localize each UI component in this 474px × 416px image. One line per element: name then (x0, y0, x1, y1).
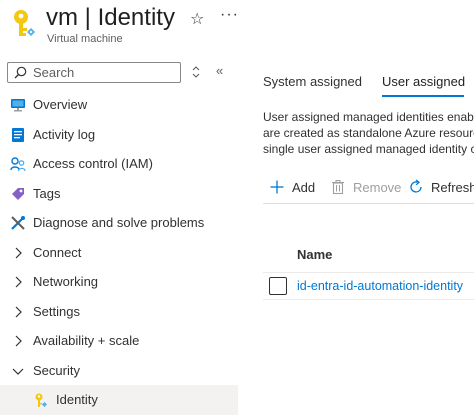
command-bar: Add Remove Refresh (263, 172, 474, 202)
trash-icon (330, 179, 346, 195)
search-input[interactable] (33, 65, 173, 80)
monitor-icon (10, 97, 26, 113)
refresh-icon (408, 179, 424, 195)
sidebar-item-label: Availability + scale (33, 333, 140, 349)
table-row-divider (263, 299, 474, 300)
sidebar-nav: Overview Activity log Access control (IA… (0, 90, 238, 415)
description-text: User assigned managed identities enabl a… (263, 109, 474, 157)
key-icon (10, 8, 36, 40)
sidebar-item-label: Networking (33, 274, 99, 290)
sidebar-item-label: Activity log (33, 126, 96, 142)
sidebar-item-label: Identity (56, 392, 98, 408)
people-icon (10, 156, 26, 172)
remove-button[interactable]: Remove (330, 172, 401, 202)
sidebar-item-label: Overview (33, 97, 88, 113)
plus-icon (269, 179, 285, 195)
tag-icon (10, 186, 26, 202)
star-icon[interactable]: ☆ (190, 9, 204, 29)
more-icon[interactable]: ··· (220, 6, 239, 24)
chevron-right-icon (10, 245, 26, 261)
column-header-name[interactable]: Name (297, 247, 332, 262)
add-button-label: Add (292, 179, 316, 195)
chevron-down-icon (10, 363, 26, 379)
search-icon (14, 66, 27, 79)
chevron-right-icon (10, 333, 26, 349)
sidebar-item-security[interactable]: Security (0, 356, 238, 386)
description-line: are created as standalone Azure resourc (263, 126, 474, 140)
sidebar-item-label: Connect (33, 244, 82, 260)
collapse-sidebar-icon[interactable]: « (216, 63, 223, 78)
refresh-button-label: Refresh (431, 179, 474, 195)
remove-button-label: Remove (353, 179, 402, 195)
sidebar-item-label: Tags (33, 185, 61, 201)
sidebar-item-access-control[interactable]: Access control (IAM) (0, 149, 238, 179)
identity-link[interactable]: id-entra-id-automation-identity (297, 279, 463, 293)
toolbar-divider (263, 203, 474, 204)
page-header: vm | Identity Virtual machine ☆ ··· (0, 0, 474, 56)
wrench-icon (10, 215, 26, 231)
sidebar-item-tags[interactable]: Tags (0, 179, 238, 209)
sidebar-item-identity[interactable]: Identity (0, 385, 238, 415)
sidebar-item-activity-log[interactable]: Activity log (0, 120, 238, 150)
key-icon (33, 392, 49, 408)
sidebar-item-networking[interactable]: Networking (0, 267, 238, 297)
sidebar-item-label: Access control (IAM) (33, 156, 153, 172)
chevron-right-icon (10, 304, 26, 320)
sidebar-item-settings[interactable]: Settings (0, 297, 238, 327)
sort-icon[interactable] (190, 64, 202, 80)
page-subtitle: Virtual machine (47, 33, 123, 45)
sidebar-item-label: Security (33, 362, 80, 378)
search-box[interactable] (7, 62, 181, 83)
sidebar-item-overview[interactable]: Overview (0, 90, 238, 120)
add-button[interactable]: Add (269, 172, 315, 202)
refresh-button[interactable]: Refresh (408, 172, 474, 202)
tab-system-assigned[interactable]: System assigned (263, 74, 362, 89)
sidebar-item-diagnose[interactable]: Diagnose and solve problems (0, 208, 238, 238)
chevron-right-icon (10, 274, 26, 290)
sidebar-item-label: Settings (33, 303, 80, 319)
sidebar-item-availability-scale[interactable]: Availability + scale (0, 326, 238, 356)
description-line: single user assigned managed identity c (263, 142, 474, 156)
sidebar-item-label: Diagnose and solve problems (33, 215, 205, 231)
activity-log-icon (10, 127, 26, 143)
page-title: vm | Identity (46, 4, 175, 31)
active-tab-indicator (382, 95, 464, 97)
tab-user-assigned[interactable]: User assigned (382, 74, 465, 89)
table-header-divider (263, 272, 474, 273)
sidebar-item-connect[interactable]: Connect (0, 238, 238, 268)
row-checkbox[interactable] (269, 277, 287, 295)
description-line: User assigned managed identities enabl (263, 110, 474, 124)
